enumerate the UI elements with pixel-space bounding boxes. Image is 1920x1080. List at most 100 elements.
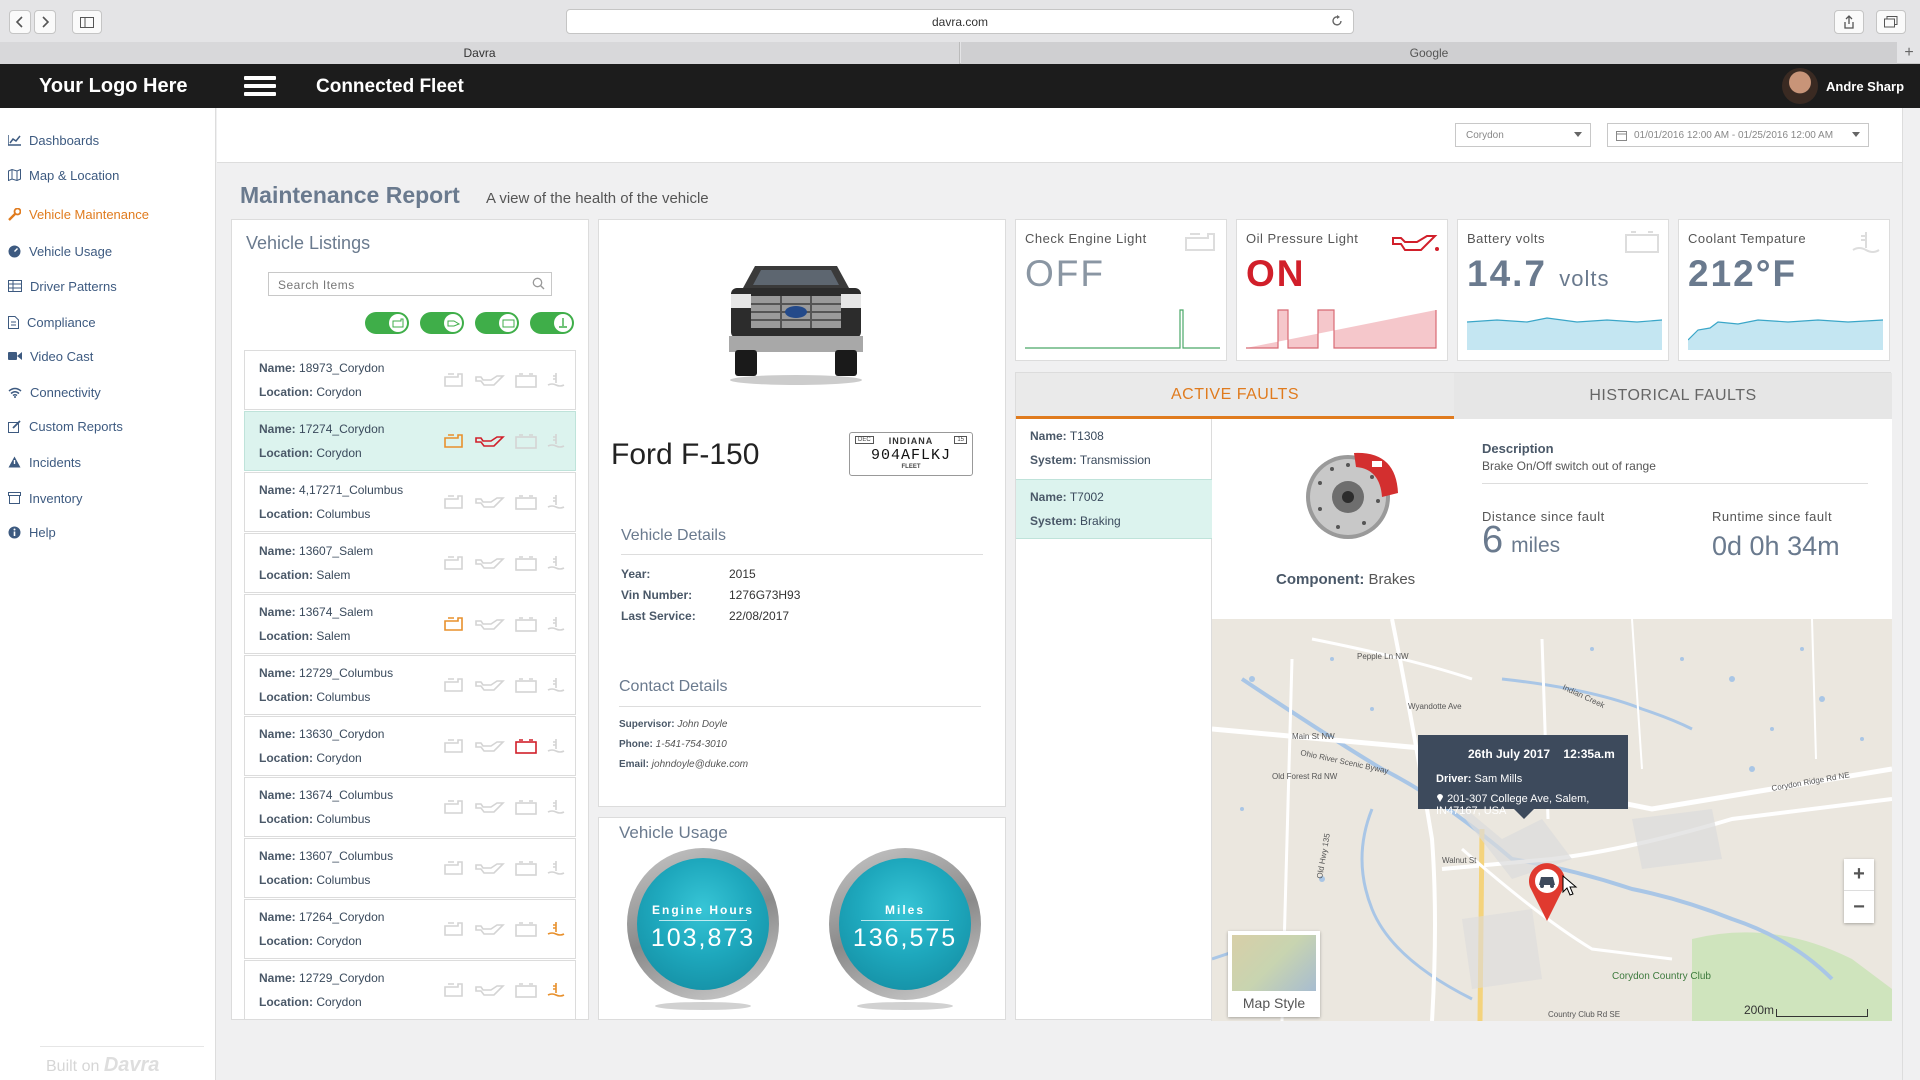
vehicle-list-item[interactable]: Name: 13674_Columbus Location: Columbus [244, 777, 576, 837]
map-icon [8, 169, 21, 181]
divider [619, 706, 981, 707]
battery-icon [515, 556, 537, 571]
status-icons [443, 554, 565, 572]
thermometer-icon [547, 678, 565, 692]
map-style-thumbnail [1232, 935, 1316, 991]
vehicle-list-item[interactable]: Name: 13630_Corydon Location: Corydon [244, 716, 576, 776]
tab-google[interactable]: Google [961, 42, 1897, 64]
built-on-davra: Built on Davra [46, 1054, 160, 1076]
check-engine-card: Check Engine Light OFF [1015, 219, 1227, 361]
sidebar-item-map-location[interactable]: Map & Location [8, 165, 119, 185]
engine-filter-toggle[interactable] [365, 312, 409, 334]
battery-icon [515, 373, 537, 388]
sidebar-item-incidents[interactable]: Incidents [8, 452, 81, 472]
sidebar-item-compliance[interactable]: Compliance [8, 312, 96, 332]
back-button[interactable] [9, 10, 31, 34]
coolant-filter-toggle[interactable] [530, 312, 574, 334]
sidebar-item-video-cast[interactable]: Video Cast [8, 346, 93, 366]
hamburger-menu-icon[interactable] [244, 72, 276, 100]
fault-detail: Component: Brakes Description Brake On/O… [1212, 419, 1892, 619]
sidebar-toggle-button[interactable] [72, 10, 102, 34]
vehicle-list-item[interactable]: Name: 13607_Salem Location: Salem [244, 533, 576, 593]
vehicle-location: Location: Columbus [259, 812, 371, 826]
sidebar-item-dashboards[interactable]: Dashboards [8, 130, 99, 150]
app-header: Your Logo Here Connected Fleet Andre Sha… [0, 64, 1920, 108]
sidebar-item-help[interactable]: Help [8, 522, 56, 542]
sidebar-item-label: Dashboards [29, 132, 100, 148]
map-style-button[interactable]: Map Style [1228, 931, 1320, 1017]
forward-button[interactable] [34, 10, 56, 34]
card-title: Oil Pressure Light [1246, 231, 1359, 246]
sidebar-item-custom-reports[interactable]: Custom Reports [8, 416, 123, 436]
app-title: Connected Fleet [316, 76, 464, 97]
sidebar-item-vehicle-maintenance[interactable]: Vehicle Maintenance [8, 204, 149, 224]
vehicle-list-item[interactable]: Name: 17264_Corydon Location: Corydon [244, 899, 576, 959]
vehicle-name: Ford F-150 [611, 438, 760, 471]
vehicle-list-item[interactable]: Name: 17274_Corydon Location: Corydon [244, 411, 576, 471]
vehicle-list-item[interactable]: Name: 12729_Columbus Location: Columbus [244, 655, 576, 715]
fault-list: Name: T1308 System: Transmission Name: T… [1016, 419, 1212, 1021]
vehicle-list-item[interactable]: Name: 18973_Corydon Location: Corydon [244, 350, 576, 410]
distance-value: 6 miles [1482, 519, 1561, 561]
vehicle-list-item[interactable]: Name: 12729_Corydon Location: Corydon [244, 960, 576, 1020]
fault-item-t7002[interactable]: Name: T7002 System: Braking [1016, 479, 1212, 539]
search-icon[interactable] [532, 277, 545, 290]
vehicle-details-panel: Ford F-150 DEC 15 INDIANA 904AFLKJ FLEET… [598, 219, 1006, 807]
search-input[interactable]: Search Items [268, 272, 552, 296]
zoom-out-button[interactable]: − [1844, 891, 1874, 923]
warning-icon [8, 456, 21, 468]
vehicle-list-item[interactable]: Name: 4,17271_Columbus Location: Columbus [244, 472, 576, 532]
thermometer-icon [547, 739, 565, 753]
zoom-in-button[interactable]: + [1844, 859, 1874, 891]
engine-icon [444, 678, 463, 692]
date-range-select[interactable]: 01/01/2016 12:00 AM - 01/25/2016 12:00 A… [1607, 123, 1869, 147]
tab-active-faults[interactable]: ACTIVE FAULTS [1016, 373, 1454, 419]
oil-filter-toggle[interactable] [420, 312, 464, 334]
wrench-icon [8, 207, 21, 221]
share-button[interactable] [1834, 10, 1864, 34]
battery-icon [515, 983, 537, 998]
fault-item-t1308[interactable]: Name: T1308 System: Transmission [1016, 419, 1212, 479]
chart-icon [8, 135, 21, 146]
component: Component: Brakes [1276, 571, 1416, 588]
popup-address: 201-307 College Ave, Salem, IN47167, USA [1436, 793, 1590, 817]
sidebar-item-label: Connectivity [30, 384, 101, 400]
sidebar-item-driver-patterns[interactable]: Driver Patterns [8, 276, 117, 296]
gauge-label: Engine Hours [651, 903, 754, 917]
scrollbar[interactable] [1902, 108, 1920, 1080]
map[interactable]: Ohio River Scenic Byway Indian Creek Cor… [1212, 619, 1892, 1021]
oil-can-icon [475, 497, 505, 508]
sidebar-item-label: Video Cast [30, 348, 94, 364]
pin-icon [1437, 794, 1443, 802]
battery-filter-toggle[interactable] [475, 312, 519, 334]
oil-can-icon [1392, 235, 1439, 251]
avatar[interactable] [1782, 68, 1818, 104]
sidebar-item-connectivity[interactable]: Connectivity [8, 382, 101, 402]
vehicle-name: Name: 18973_Corydon [259, 361, 385, 375]
new-tab-button[interactable]: + [1898, 42, 1920, 64]
tab-davra[interactable]: Davra [0, 42, 960, 64]
vehicle-list-item[interactable]: Name: 13607_Columbus Location: Columbus [244, 838, 576, 898]
sidebar: Dashboards Map & Location Vehicle Mainte… [0, 108, 216, 1080]
vehicle-name: Name: 13674_Salem [259, 605, 374, 619]
sidebar-item-inventory[interactable]: Inventory [8, 488, 82, 508]
status-icons [443, 493, 565, 511]
vehicle-list-item[interactable]: Name: 13674_Salem Location: Salem [244, 594, 576, 654]
thermometer-icon [547, 983, 565, 997]
vehicle-details-heading: Vehicle Details [621, 527, 726, 544]
service-label: Last Service: [621, 609, 696, 623]
status-icons [443, 981, 565, 999]
vehicle-location: Location: Corydon [259, 385, 362, 399]
user-name[interactable]: Andre Sharp [1826, 79, 1904, 94]
sidebar-item-vehicle-usage[interactable]: Vehicle Usage [8, 241, 112, 261]
tab-historical-faults[interactable]: HISTORICAL FAULTS [1454, 373, 1892, 419]
tabs-button[interactable] [1876, 10, 1906, 34]
brake-disc-image [1306, 452, 1398, 539]
reload-icon[interactable] [1331, 15, 1343, 27]
sidebar-icon [80, 16, 94, 28]
sidebar-item-label: Driver Patterns [30, 278, 117, 294]
location-select[interactable]: Corydon [1455, 123, 1591, 147]
url-bar[interactable]: davra.com [566, 9, 1354, 34]
page-subtitle: A view of the health of the vehicle [486, 190, 709, 207]
battery-icon [502, 319, 514, 328]
